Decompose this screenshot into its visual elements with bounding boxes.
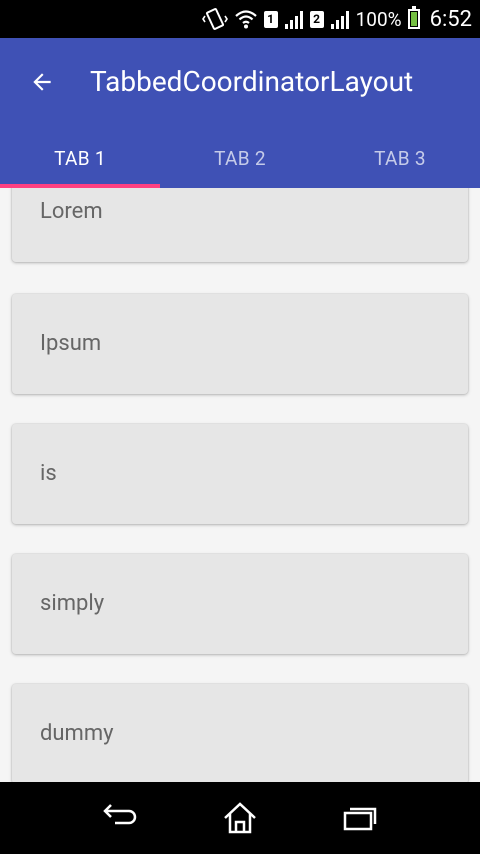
nav-back-button[interactable] xyxy=(96,798,144,838)
back-icon xyxy=(103,804,137,825)
sim1-badge: 1 xyxy=(263,10,278,28)
list-item[interactable]: is xyxy=(12,424,468,524)
nav-recents-button[interactable] xyxy=(336,798,384,838)
vibrate-icon xyxy=(201,8,228,30)
list-item[interactable]: dummy xyxy=(12,684,468,782)
list-item-label: is xyxy=(40,461,57,486)
wifi-icon xyxy=(234,10,257,29)
tab-3[interactable]: TAB 3 xyxy=(320,128,480,188)
nav-home-button[interactable] xyxy=(216,798,264,838)
clock: 6:52 xyxy=(429,6,472,32)
tab-1[interactable]: TAB 1 xyxy=(0,128,160,188)
battery-icon xyxy=(407,6,420,29)
list-item[interactable]: simply xyxy=(12,554,468,654)
home-icon xyxy=(224,802,256,834)
recents-icon xyxy=(343,807,377,831)
status-bar: 1 2 100% 6:52 xyxy=(0,0,480,38)
list-item[interactable]: Lorem xyxy=(12,188,468,262)
back-button[interactable] xyxy=(22,62,62,102)
status-icons: 1 2 100% 6:52 xyxy=(201,0,472,38)
card-list[interactable]: Lorem Ipsum is simply dummy xyxy=(0,188,480,782)
tab-2[interactable]: TAB 2 xyxy=(160,128,320,188)
battery-percent: 100% xyxy=(355,7,402,31)
arrow-left-icon xyxy=(33,73,51,91)
tab-bar: TAB 1 TAB 2 TAB 3 xyxy=(0,128,480,188)
list-item-label: Lorem xyxy=(40,199,103,224)
list-item[interactable]: Ipsum xyxy=(12,294,468,394)
page-title: TabbedCoordinatorLayout xyxy=(90,65,414,98)
sim2-badge: 2 xyxy=(309,10,324,28)
list-item-label: dummy xyxy=(40,721,114,746)
signal-icon xyxy=(330,11,349,29)
list-item-label: Ipsum xyxy=(40,331,102,356)
app-bar: TabbedCoordinatorLayout TAB 1 TAB 2 TAB … xyxy=(0,38,480,188)
list-item-label: simply xyxy=(40,591,105,616)
signal-icon xyxy=(284,11,303,29)
navigation-bar xyxy=(0,782,480,854)
